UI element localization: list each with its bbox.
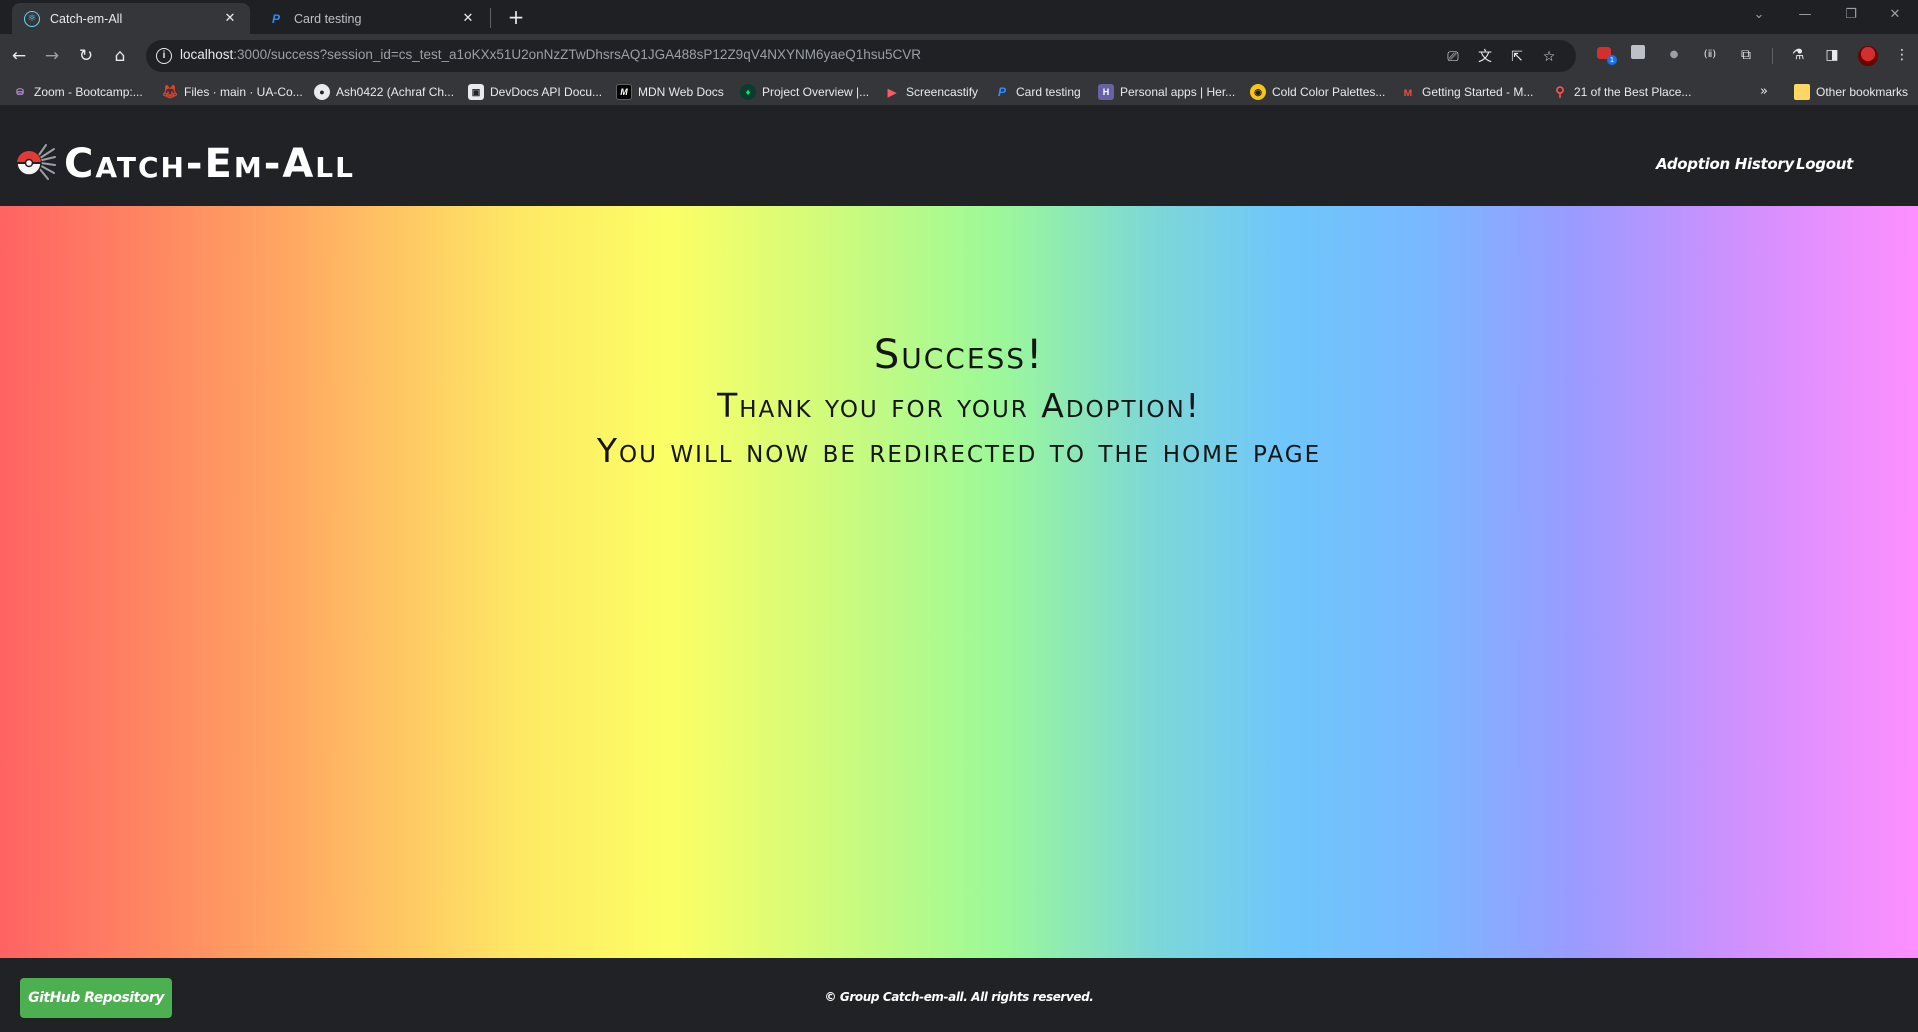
site-title[interactable]: Catch-Em-All	[64, 141, 355, 187]
share-icon[interactable]: ⇱	[1508, 48, 1526, 66]
logout-link[interactable]: Logout	[1796, 155, 1853, 173]
redirect-message: You will now be redirected to the home p…	[596, 431, 1322, 470]
bookmark-item[interactable]: H Personal apps | Her...	[1098, 82, 1235, 102]
side-panel-icon[interactable]: ◨	[1822, 45, 1842, 65]
tab-card-testing[interactable]: P Card testing ✕	[256, 3, 488, 34]
new-tab-button[interactable]: +	[504, 5, 528, 29]
zoom-icon: ⛁	[16, 86, 24, 97]
screencastify-icon: ▶	[887, 86, 897, 99]
install-app-icon[interactable]: ⎚	[1444, 48, 1462, 66]
success-hero: Success! Thank you for your Adoption! Yo…	[0, 206, 1918, 958]
site-info-icon[interactable]: i	[156, 48, 172, 64]
minimize-button[interactable]: —	[1790, 4, 1820, 26]
mui-icon: ᴍ	[1403, 85, 1413, 99]
site-footer: GitHub Repository © Group Catch-em-all. …	[0, 958, 1918, 1032]
paypal-icon: P	[271, 11, 280, 26]
copyright-text: © Group Catch-em-all. All rights reserve…	[824, 990, 1094, 1004]
adoption-history-link[interactable]: Adoption History	[1656, 155, 1794, 173]
palette-icon: ◉	[1250, 84, 1266, 100]
labs-flask-icon[interactable]: ⚗	[1788, 45, 1808, 65]
close-icon[interactable]: ✕	[460, 11, 476, 27]
toolbar-divider	[1772, 48, 1773, 64]
bookmark-item[interactable]: ᴍ Getting Started - M...	[1400, 82, 1534, 102]
devdocs-icon: ▣	[468, 84, 484, 100]
profile-avatar[interactable]	[1858, 46, 1878, 66]
tab-catch-em-all[interactable]: ⚛ Catch-em-All ✕	[12, 3, 250, 34]
folder-icon	[1794, 84, 1810, 100]
pin-icon: ⚲	[1555, 84, 1565, 99]
bookmark-item[interactable]: M MDN Web Docs	[616, 82, 724, 102]
bookmark-item[interactable]: ⛁ Zoom - Bootcamp:...	[12, 82, 142, 102]
restore-button[interactable]: ❐	[1836, 4, 1866, 26]
tab-strip: ⚛ Catch-em-All ✕ P Card testing ✕ + ⌄ — …	[0, 0, 1918, 34]
gitlab-icon: 🦊︎	[161, 84, 179, 99]
heroku-icon: H	[1098, 84, 1114, 100]
react-icon: ⚛	[24, 10, 40, 27]
github-icon: ●	[314, 84, 330, 100]
url-text[interactable]: localhost:3000/success?session_id=cs_tes…	[180, 47, 921, 62]
translate-icon[interactable]: 文	[1476, 48, 1494, 66]
extension-brackets-icon[interactable]: (ⅱ)	[1700, 45, 1720, 65]
address-bar[interactable]: i localhost:3000/success?session_id=cs_t…	[146, 40, 1576, 72]
forward-icon[interactable]: →	[40, 44, 64, 68]
web-page: Catch-Em-All Adoption History Logout Suc…	[0, 106, 1918, 1032]
bookmark-item[interactable]: ⚲ 21 of the Best Place...	[1552, 82, 1691, 102]
bookmark-item[interactable]: ▶ Screencastify	[884, 82, 978, 102]
bookmark-item[interactable]: P Card testing	[994, 82, 1081, 102]
tab-title: Card testing	[294, 11, 362, 26]
tab-divider	[490, 8, 491, 28]
pokeball-logo-icon[interactable]	[14, 143, 56, 181]
mdn-icon: M	[616, 84, 632, 100]
bookmark-item[interactable]: ▣ DevDocs API Docu...	[468, 82, 602, 102]
extension-dot-icon[interactable]: ●	[1664, 45, 1684, 65]
site-header: Catch-Em-All Adoption History Logout	[0, 113, 1918, 206]
back-icon[interactable]: ←	[7, 44, 31, 68]
close-window-button[interactable]: ✕	[1880, 4, 1910, 26]
extensions-puzzle-icon[interactable]: ⧉	[1736, 45, 1756, 65]
bookmarks-overflow-icon[interactable]: »	[1760, 84, 1768, 99]
thank-you-message: Thank you for your Adoption!	[717, 386, 1201, 425]
bookmark-star-icon[interactable]: ☆	[1540, 48, 1558, 66]
tab-title: Catch-em-All	[50, 11, 123, 26]
reload-icon[interactable]: ↻	[74, 44, 98, 68]
close-icon[interactable]: ✕	[222, 11, 238, 27]
bookmark-item[interactable]: 🦊︎ Files · main · UA-Co...	[162, 82, 303, 102]
bookmark-item[interactable]: ◉ Cold Color Palettes...	[1250, 82, 1385, 102]
mongodb-icon: ♦	[740, 84, 756, 100]
other-bookmarks[interactable]: Other bookmarks	[1794, 82, 1908, 102]
extension-badge-icon[interactable]: 1	[1594, 45, 1617, 65]
menu-kebab-icon[interactable]: ⋮	[1892, 45, 1912, 65]
home-icon[interactable]: ⌂	[108, 44, 132, 68]
bookmark-item[interactable]: ♦ Project Overview |...	[740, 82, 869, 102]
bookmarks-bar: ⛁ Zoom - Bootcamp:... 🦊︎ Files · main · UA…	[0, 78, 1918, 106]
success-heading: Success!	[873, 332, 1045, 378]
bookmark-item[interactable]: ● Ash0422 (Achraf Ch...	[314, 82, 454, 102]
paypal-icon: P	[997, 85, 1006, 99]
extension-icon[interactable]	[1628, 45, 1648, 65]
tab-search-icon[interactable]: ⌄	[1744, 4, 1774, 26]
browser-toolbar: ← → ↻ ⌂ i localhost:3000/success?session…	[0, 34, 1918, 78]
